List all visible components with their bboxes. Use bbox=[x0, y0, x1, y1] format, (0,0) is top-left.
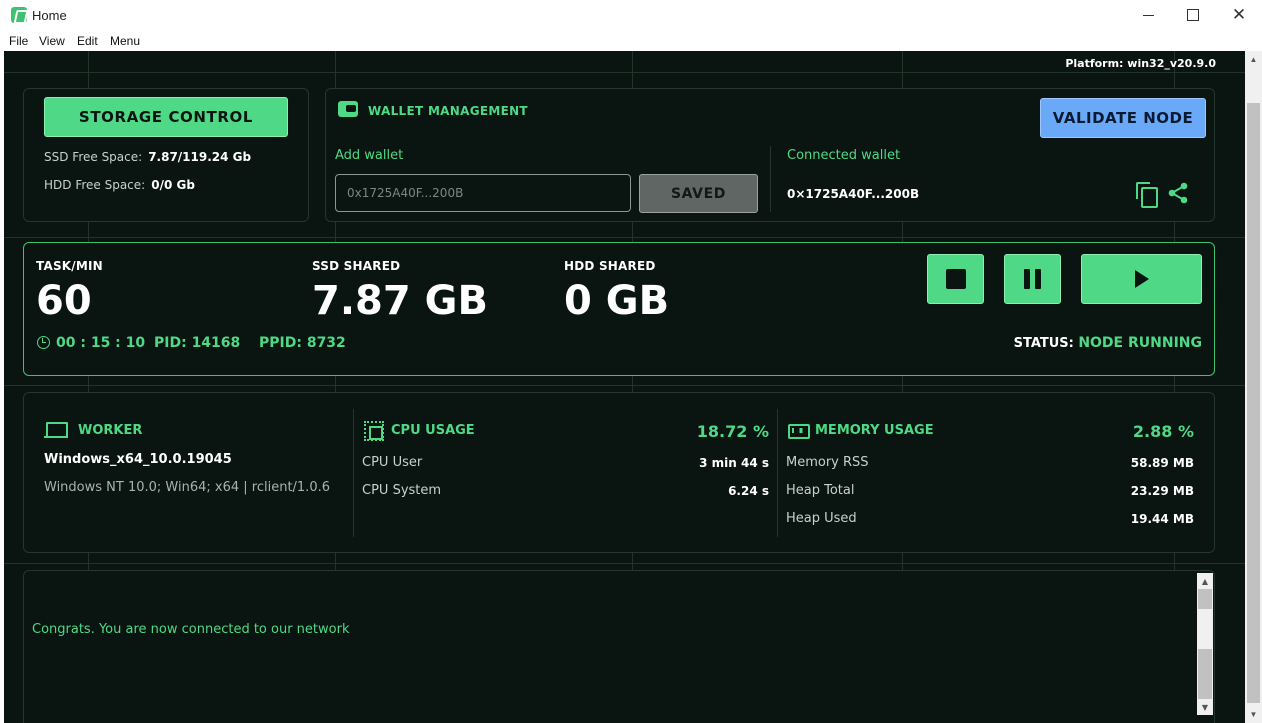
storage-panel: STORAGE CONTROL SSD Free Space: 7.87/119.… bbox=[23, 88, 309, 222]
scroll-thumb[interactable] bbox=[1198, 649, 1212, 699]
log-scrollbar[interactable]: ▲ ▼ bbox=[1197, 573, 1213, 715]
menu-bar: File View Edit Menu bbox=[0, 30, 1262, 51]
grid-line bbox=[4, 385, 1245, 386]
status-label: STATUS: bbox=[1013, 336, 1074, 351]
scroll-thumb[interactable] bbox=[1247, 103, 1260, 703]
wallet-icon bbox=[338, 101, 358, 117]
scroll-thumb[interactable] bbox=[1198, 589, 1212, 609]
node-status: STATUS: NODE RUNNING bbox=[1014, 335, 1202, 351]
pid-value: PID: 14168 bbox=[154, 335, 241, 351]
pause-button[interactable] bbox=[1004, 254, 1061, 304]
scroll-down-icon[interactable]: ▼ bbox=[1245, 706, 1262, 723]
menu-menu[interactable]: Menu bbox=[110, 34, 140, 48]
add-wallet-label: Add wallet bbox=[335, 148, 404, 163]
cpu-system-label: CPU System bbox=[362, 483, 442, 498]
cpu-system-value: 6.24 s bbox=[728, 484, 769, 498]
laptop-icon bbox=[44, 422, 68, 440]
play-icon bbox=[1134, 270, 1149, 288]
play-button[interactable] bbox=[1081, 254, 1202, 304]
grid-line bbox=[4, 72, 1245, 73]
ram-icon bbox=[788, 424, 810, 439]
window-title: Home bbox=[32, 8, 67, 23]
grid-line bbox=[4, 237, 1245, 238]
cpu-percent: 18.72 % bbox=[696, 422, 769, 441]
uptime-timer: 00 : 15 : 10 bbox=[56, 335, 146, 351]
section-divider bbox=[777, 409, 778, 537]
wallet-title: WALLET MANAGEMENT bbox=[368, 104, 528, 118]
scroll-up-icon[interactable]: ▲ bbox=[1245, 51, 1262, 68]
worker-os: Windows_x64_10.0.19045 bbox=[44, 452, 232, 467]
system-stats-panel: WORKER Windows_x64_10.0.19045 Windows NT… bbox=[23, 392, 1215, 553]
menu-edit[interactable]: Edit bbox=[77, 34, 98, 48]
cpu-user-value: 3 min 44 s bbox=[699, 456, 769, 470]
window-titlebar: Home ✕ bbox=[0, 0, 1262, 30]
worker-title: WORKER bbox=[78, 423, 143, 438]
task-min-label: TASK/MIN bbox=[36, 259, 103, 273]
clock-icon bbox=[37, 336, 50, 349]
ssd-free-label: SSD Free Space: bbox=[44, 150, 143, 164]
connected-wallet-value: 0×1725A40F...200B bbox=[787, 187, 920, 201]
wallet-panel: WALLET MANAGEMENT VALIDATE NODE Add wall… bbox=[325, 88, 1215, 222]
cpu-title: CPU USAGE bbox=[391, 423, 475, 438]
hdd-free-label: HDD Free Space: bbox=[44, 178, 146, 192]
minimize-button[interactable] bbox=[1125, 0, 1171, 30]
hdd-shared-value: 0 GB bbox=[564, 278, 670, 324]
task-min-value: 60 bbox=[36, 278, 92, 324]
maximize-button[interactable] bbox=[1170, 0, 1216, 30]
ssd-shared-value: 7.87 GB bbox=[312, 278, 488, 324]
heap-used-label: Heap Used bbox=[786, 511, 857, 526]
validate-node-button[interactable]: VALIDATE NODE bbox=[1040, 98, 1206, 138]
hdd-shared-label: HDD SHARED bbox=[564, 259, 656, 273]
share-icon[interactable] bbox=[1166, 181, 1190, 205]
log-message: Congrats. You are now connected to our n… bbox=[32, 622, 350, 637]
hdd-free-space: HDD Free Space: 0/0 Gb bbox=[44, 178, 195, 192]
connected-wallet-label: Connected wallet bbox=[787, 148, 901, 163]
app-content: Platform: win32_v20.9.0 STORAGE CONTROL … bbox=[4, 51, 1245, 723]
heap-total-label: Heap Total bbox=[786, 483, 855, 498]
heap-total-value: 23.29 MB bbox=[1130, 484, 1194, 498]
wallet-divider bbox=[770, 146, 771, 212]
status-value: NODE RUNNING bbox=[1078, 335, 1202, 351]
app-icon bbox=[11, 7, 27, 23]
scroll-up-icon[interactable]: ▲ bbox=[1197, 573, 1213, 589]
memory-rss-value: 58.89 MB bbox=[1130, 456, 1194, 470]
wallet-address-input[interactable] bbox=[335, 174, 631, 212]
ssd-free-value: 7.87/119.24 Gb bbox=[148, 150, 252, 164]
menu-file[interactable]: File bbox=[9, 34, 28, 48]
worker-agent: Windows NT 10.0; Win64; x64 | rclient/1.… bbox=[44, 480, 330, 495]
memory-percent: 2.88 % bbox=[1132, 422, 1194, 441]
section-divider bbox=[353, 409, 354, 537]
pause-icon bbox=[1024, 269, 1041, 289]
ppid-value: PPID: 8732 bbox=[259, 335, 346, 351]
memory-title: MEMORY USAGE bbox=[815, 423, 934, 438]
copy-icon[interactable] bbox=[1136, 182, 1158, 208]
memory-rss-label: Memory RSS bbox=[786, 455, 869, 470]
heap-used-value: 19.44 MB bbox=[1130, 512, 1194, 526]
stop-button[interactable] bbox=[927, 254, 984, 304]
cpu-user-label: CPU User bbox=[362, 455, 423, 470]
cpu-chip-icon bbox=[364, 421, 384, 441]
task-panel: TASK/MIN 60 SSD SHARED 7.87 GB HDD SHARE… bbox=[23, 242, 1215, 376]
saved-button[interactable]: SAVED bbox=[639, 174, 758, 213]
log-panel: Congrats. You are now connected to our n… bbox=[23, 570, 1215, 723]
scroll-down-icon[interactable]: ▼ bbox=[1197, 699, 1213, 715]
close-button[interactable]: ✕ bbox=[1216, 0, 1262, 30]
ssd-free-space: SSD Free Space: 7.87/119.24 Gb bbox=[44, 150, 251, 164]
stop-icon bbox=[945, 269, 966, 289]
platform-label: Platform: win32_v20.9.0 bbox=[1065, 57, 1216, 70]
ssd-shared-label: SSD SHARED bbox=[312, 259, 401, 273]
window-scrollbar[interactable]: ▲ ▼ bbox=[1245, 51, 1262, 723]
hdd-free-value: 0/0 Gb bbox=[151, 178, 195, 192]
menu-view[interactable]: View bbox=[39, 34, 65, 48]
storage-control-button[interactable]: STORAGE CONTROL bbox=[44, 97, 288, 137]
grid-line bbox=[4, 563, 1245, 564]
